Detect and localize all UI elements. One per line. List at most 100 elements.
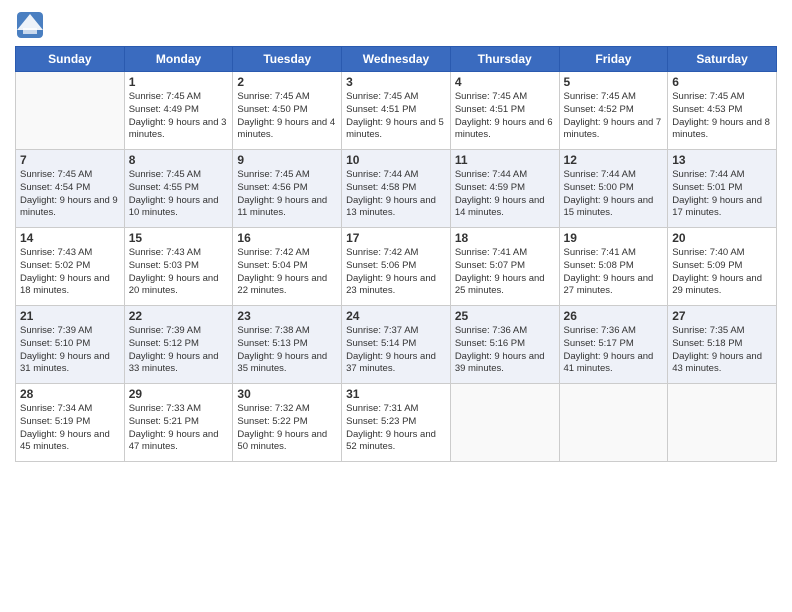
- day-number: 16: [237, 231, 337, 245]
- day-details: Sunrise: 7:39 AMSunset: 5:10 PMDaylight:…: [20, 325, 120, 376]
- day-number: 2: [237, 75, 337, 89]
- calendar-cell: 23 Sunrise: 7:38 AMSunset: 5:13 PMDayligh…: [233, 306, 342, 384]
- week-row-1: 1 Sunrise: 7:45 AMSunset: 4:49 PMDaylight…: [16, 72, 777, 150]
- day-details: Sunrise: 7:41 AMSunset: 5:07 PMDaylight:…: [455, 247, 555, 298]
- day-details: Sunrise: 7:36 AMSunset: 5:16 PMDaylight:…: [455, 325, 555, 376]
- day-number: 27: [672, 309, 772, 323]
- day-details: Sunrise: 7:44 AMSunset: 4:59 PMDaylight:…: [455, 169, 555, 220]
- calendar-cell: 1 Sunrise: 7:45 AMSunset: 4:49 PMDaylight…: [124, 72, 233, 150]
- logo: [15, 10, 49, 40]
- header-thursday: Thursday: [450, 47, 559, 72]
- header-monday: Monday: [124, 47, 233, 72]
- calendar-cell: 12Sunrise: 7:44 AMSunset: 5:00 PMDayligh…: [559, 150, 668, 228]
- calendar-cell: 20 Sunrise: 7:40 AMSunset: 5:09 PMDayligh…: [668, 228, 777, 306]
- calendar-cell: 31Sunrise: 7:31 AMSunset: 5:23 PMDayligh…: [342, 384, 451, 462]
- calendar-cell: 4 Sunrise: 7:45 AMSunset: 4:51 PMDaylight…: [450, 72, 559, 150]
- day-details: Sunrise: 7:43 AMSunset: 5:03 PMDaylight:…: [129, 247, 229, 298]
- day-details: Sunrise: 7:45 AMSunset: 4:55 PMDaylight:…: [129, 169, 229, 220]
- calendar-cell: 8Sunrise: 7:45 AMSunset: 4:55 PMDaylight…: [124, 150, 233, 228]
- calendar-cell: 10 Sunrise: 7:44 AMSunset: 4:58 PMDayligh…: [342, 150, 451, 228]
- day-number: 5: [564, 75, 664, 89]
- day-number: 10: [346, 153, 446, 167]
- day-details: Sunrise: 7:45 AMSunset: 4:50 PMDaylight:…: [237, 91, 337, 142]
- calendar-cell: 21 Sunrise: 7:39 AMSunset: 5:10 PMDayligh…: [16, 306, 125, 384]
- day-number: 6: [672, 75, 772, 89]
- day-number: 18: [455, 231, 555, 245]
- day-details: Sunrise: 7:45 AMSunset: 4:53 PMDaylight:…: [672, 91, 772, 142]
- header-friday: Friday: [559, 47, 668, 72]
- calendar-cell: 2 Sunrise: 7:45 AMSunset: 4:50 PMDaylight…: [233, 72, 342, 150]
- calendar-cell: 9 Sunrise: 7:45 AMSunset: 4:56 PMDaylight…: [233, 150, 342, 228]
- day-number: 23: [237, 309, 337, 323]
- day-number: 13: [672, 153, 772, 167]
- day-details: Sunrise: 7:45 AMSunset: 4:51 PMDaylight:…: [346, 91, 446, 142]
- header-wednesday: Wednesday: [342, 47, 451, 72]
- calendar-cell: 16 Sunrise: 7:42 AMSunset: 5:04 PMDayligh…: [233, 228, 342, 306]
- week-row-2: 7Sunrise: 7:45 AMSunset: 4:54 PMDaylight…: [16, 150, 777, 228]
- day-details: Sunrise: 7:41 AMSunset: 5:08 PMDaylight:…: [564, 247, 664, 298]
- calendar-cell: 24 Sunrise: 7:37 AMSunset: 5:14 PMDayligh…: [342, 306, 451, 384]
- calendar-page: SundayMondayTuesdayWednesdayThursdayFrid…: [0, 0, 792, 612]
- calendar-cell: 30 Sunrise: 7:32 AMSunset: 5:22 PMDayligh…: [233, 384, 342, 462]
- day-details: Sunrise: 7:45 AMSunset: 4:51 PMDaylight:…: [455, 91, 555, 142]
- calendar-cell: 5 Sunrise: 7:45 AMSunset: 4:52 PMDaylight…: [559, 72, 668, 150]
- day-details: Sunrise: 7:45 AMSunset: 4:52 PMDaylight:…: [564, 91, 664, 142]
- day-number: 29: [129, 387, 229, 401]
- header-tuesday: Tuesday: [233, 47, 342, 72]
- day-details: Sunrise: 7:42 AMSunset: 5:06 PMDaylight:…: [346, 247, 446, 298]
- header-row: SundayMondayTuesdayWednesdayThursdayFrid…: [16, 47, 777, 72]
- week-row-4: 21 Sunrise: 7:39 AMSunset: 5:10 PMDayligh…: [16, 306, 777, 384]
- day-number: 15: [129, 231, 229, 245]
- header-saturday: Saturday: [668, 47, 777, 72]
- calendar-cell: 29 Sunrise: 7:33 AMSunset: 5:21 PMDayligh…: [124, 384, 233, 462]
- day-details: Sunrise: 7:45 AMSunset: 4:49 PMDaylight:…: [129, 91, 229, 142]
- day-details: Sunrise: 7:45 AMSunset: 4:56 PMDaylight:…: [237, 169, 337, 220]
- day-number: 26: [564, 309, 664, 323]
- day-details: Sunrise: 7:33 AMSunset: 5:21 PMDaylight:…: [129, 403, 229, 454]
- calendar-cell: [668, 384, 777, 462]
- calendar-cell: 27 Sunrise: 7:35 AMSunset: 5:18 PMDayligh…: [668, 306, 777, 384]
- day-details: Sunrise: 7:44 AMSunset: 4:58 PMDaylight:…: [346, 169, 446, 220]
- calendar-cell: 17 Sunrise: 7:42 AMSunset: 5:06 PMDayligh…: [342, 228, 451, 306]
- week-row-5: 28 Sunrise: 7:34 AMSunset: 5:19 PMDayligh…: [16, 384, 777, 462]
- day-details: Sunrise: 7:35 AMSunset: 5:18 PMDaylight:…: [672, 325, 772, 376]
- calendar-cell: 13Sunrise: 7:44 AMSunset: 5:01 PMDayligh…: [668, 150, 777, 228]
- day-details: Sunrise: 7:44 AMSunset: 5:00 PMDaylight:…: [564, 169, 664, 220]
- day-number: 20: [672, 231, 772, 245]
- calendar-cell: 22Sunrise: 7:39 AMSunset: 5:12 PMDayligh…: [124, 306, 233, 384]
- calendar-cell: 11 Sunrise: 7:44 AMSunset: 4:59 PMDayligh…: [450, 150, 559, 228]
- day-number: 9: [237, 153, 337, 167]
- calendar-cell: [16, 72, 125, 150]
- day-number: 17: [346, 231, 446, 245]
- calendar-cell: 7Sunrise: 7:45 AMSunset: 4:54 PMDaylight…: [16, 150, 125, 228]
- day-number: 21: [20, 309, 120, 323]
- day-number: 7: [20, 153, 120, 167]
- day-number: 4: [455, 75, 555, 89]
- day-number: 22: [129, 309, 229, 323]
- day-number: 30: [237, 387, 337, 401]
- day-number: 1: [129, 75, 229, 89]
- calendar-cell: 18 Sunrise: 7:41 AMSunset: 5:07 PMDayligh…: [450, 228, 559, 306]
- day-details: Sunrise: 7:31 AMSunset: 5:23 PMDaylight:…: [346, 403, 446, 454]
- day-number: 19: [564, 231, 664, 245]
- day-details: Sunrise: 7:37 AMSunset: 5:14 PMDaylight:…: [346, 325, 446, 376]
- calendar-cell: 6 Sunrise: 7:45 AMSunset: 4:53 PMDaylight…: [668, 72, 777, 150]
- calendar-cell: 28 Sunrise: 7:34 AMSunset: 5:19 PMDayligh…: [16, 384, 125, 462]
- calendar-cell: 26Sunrise: 7:36 AMSunset: 5:17 PMDayligh…: [559, 306, 668, 384]
- day-details: Sunrise: 7:43 AMSunset: 5:02 PMDaylight:…: [20, 247, 120, 298]
- logo-icon: [15, 10, 45, 40]
- day-details: Sunrise: 7:40 AMSunset: 5:09 PMDaylight:…: [672, 247, 772, 298]
- calendar-table: SundayMondayTuesdayWednesdayThursdayFrid…: [15, 46, 777, 462]
- day-number: 24: [346, 309, 446, 323]
- day-details: Sunrise: 7:38 AMSunset: 5:13 PMDaylight:…: [237, 325, 337, 376]
- day-details: Sunrise: 7:42 AMSunset: 5:04 PMDaylight:…: [237, 247, 337, 298]
- day-number: 28: [20, 387, 120, 401]
- page-header: [15, 10, 777, 40]
- day-details: Sunrise: 7:32 AMSunset: 5:22 PMDaylight:…: [237, 403, 337, 454]
- day-details: Sunrise: 7:34 AMSunset: 5:19 PMDaylight:…: [20, 403, 120, 454]
- calendar-cell: 19 Sunrise: 7:41 AMSunset: 5:08 PMDayligh…: [559, 228, 668, 306]
- calendar-cell: 14Sunrise: 7:43 AMSunset: 5:02 PMDayligh…: [16, 228, 125, 306]
- day-number: 11: [455, 153, 555, 167]
- header-sunday: Sunday: [16, 47, 125, 72]
- calendar-cell: 15 Sunrise: 7:43 AMSunset: 5:03 PMDayligh…: [124, 228, 233, 306]
